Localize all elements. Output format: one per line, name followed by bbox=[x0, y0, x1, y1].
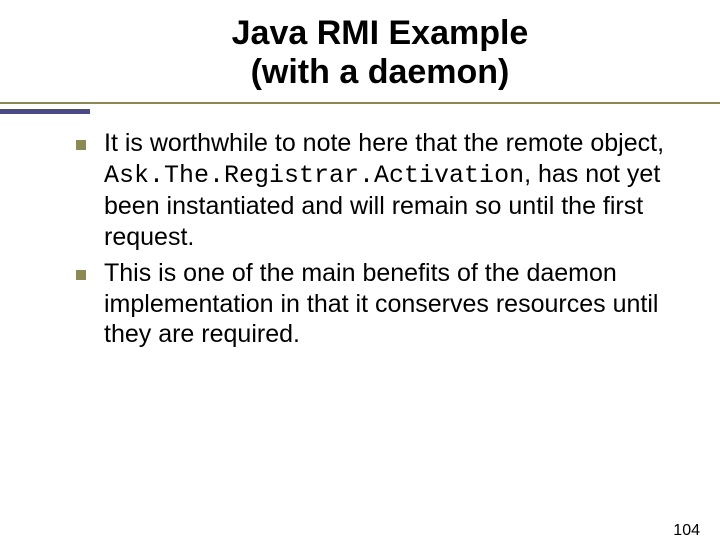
bullet-text-pre: This is one of the main benefits of the … bbox=[104, 259, 658, 348]
long-divider bbox=[0, 102, 720, 104]
title-line-2: (with a daemon) bbox=[251, 53, 510, 91]
page-number: 104 bbox=[673, 522, 700, 540]
content-area: It is worthwhile to note here that the r… bbox=[70, 128, 680, 352]
title-line-1: Java RMI Example bbox=[232, 14, 529, 52]
title-underline bbox=[0, 98, 720, 118]
slide: Java RMI Example (with a daemon) It is w… bbox=[0, 14, 720, 540]
short-accent bbox=[0, 109, 90, 114]
list-item: This is one of the main benefits of the … bbox=[70, 258, 680, 352]
bullet-code: Ask.The.Registrar.Activation bbox=[104, 161, 524, 190]
bullet-list: It is worthwhile to note here that the r… bbox=[70, 128, 680, 352]
list-item: It is worthwhile to note here that the r… bbox=[70, 128, 680, 252]
bullet-text-pre: It is worthwhile to note here that the r… bbox=[104, 129, 664, 157]
slide-title: Java RMI Example (with a daemon) bbox=[100, 14, 660, 92]
